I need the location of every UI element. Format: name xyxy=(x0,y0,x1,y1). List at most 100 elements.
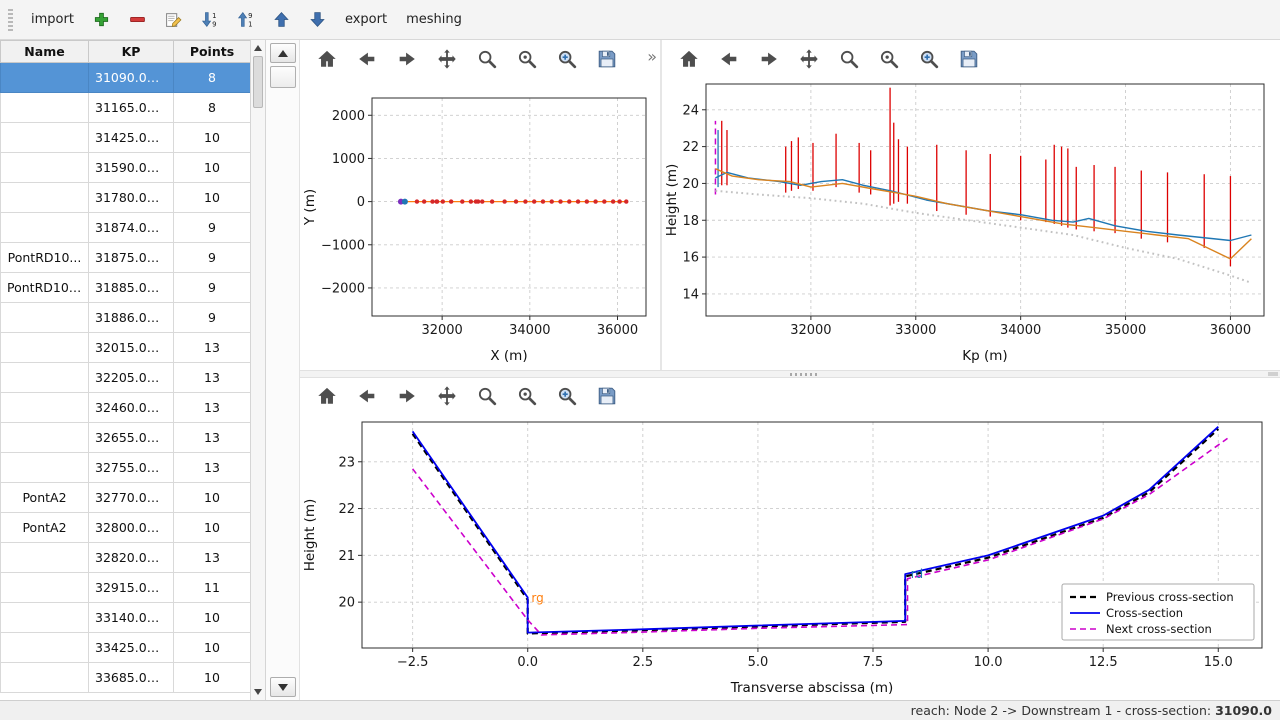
pan-button[interactable] xyxy=(792,44,826,74)
name-cell xyxy=(1,543,89,573)
export-button[interactable]: export xyxy=(337,8,395,31)
arrow-down-icon xyxy=(309,11,326,28)
meshing-button[interactable]: meshing xyxy=(398,8,470,31)
cross-section-chart[interactable]: rgrd−2.50.02.55.07.510.012.515.020212223… xyxy=(300,414,1276,700)
table-row[interactable]: 31090.00008 xyxy=(1,63,251,93)
table-row[interactable]: 31425.000010 xyxy=(1,123,251,153)
move-up-button[interactable] xyxy=(265,7,298,32)
column-header-kp[interactable]: KP xyxy=(89,41,174,63)
move-down-button[interactable] xyxy=(301,7,334,32)
home-button[interactable] xyxy=(310,381,344,411)
kp-cell: 31090.0000 xyxy=(89,63,174,93)
name-cell xyxy=(1,453,89,483)
table-row[interactable]: 32915.000011 xyxy=(1,573,251,603)
forward-button[interactable] xyxy=(390,44,424,74)
arrow-up-icon xyxy=(273,11,290,28)
section-scroll-up-button[interactable] xyxy=(270,43,296,63)
table-row[interactable]: 31780.000010 xyxy=(1,183,251,213)
table-row[interactable]: 32205.000013 xyxy=(1,363,251,393)
table-row[interactable]: PontRD10...31875.00009 xyxy=(1,243,251,273)
add-button[interactable] xyxy=(85,7,118,32)
save-button[interactable] xyxy=(590,381,624,411)
zoom-rect-button[interactable] xyxy=(550,381,584,411)
section-scroll-down-button[interactable] xyxy=(270,677,296,697)
horizontal-splitter[interactable] xyxy=(300,370,1280,378)
kp-cell: 31885.0000 xyxy=(89,273,174,303)
table-row[interactable]: PontRD101v31885.00009 xyxy=(1,273,251,303)
back-button[interactable] xyxy=(712,44,746,74)
zoom-rect-button[interactable] xyxy=(550,44,584,74)
back-button[interactable] xyxy=(350,381,384,411)
name-cell xyxy=(1,183,89,213)
table-row[interactable]: 31874.00009 xyxy=(1,213,251,243)
table-row[interactable]: 32655.000013 xyxy=(1,423,251,453)
export-label: export xyxy=(345,12,387,27)
remove-button[interactable] xyxy=(121,7,154,32)
svg-text:5.0: 5.0 xyxy=(748,655,769,670)
forward-button[interactable] xyxy=(390,381,424,411)
svg-text:9: 9 xyxy=(248,12,252,20)
section-scrollbar[interactable] xyxy=(266,40,300,700)
forward-icon xyxy=(396,48,418,70)
splitter-handle[interactable] xyxy=(790,373,820,376)
pan-button[interactable] xyxy=(430,381,464,411)
table-row[interactable]: 33685.000010 xyxy=(1,663,251,693)
pan-button[interactable] xyxy=(430,44,464,74)
zoom-button[interactable] xyxy=(470,381,504,411)
toolbar-overflow-button[interactable]: » xyxy=(647,47,657,66)
zoom-button[interactable] xyxy=(470,44,504,74)
table-row[interactable]: 32820.000013 xyxy=(1,543,251,573)
zoom-original-button[interactable] xyxy=(510,381,544,411)
import-label: import xyxy=(31,12,74,27)
sort-ascending-button[interactable]: 19 xyxy=(193,7,226,32)
table-scrollbar-thumb[interactable] xyxy=(253,56,263,108)
section-scrollbar-thumb[interactable] xyxy=(270,66,296,88)
column-header-name[interactable]: Name xyxy=(1,41,89,63)
svg-text:24: 24 xyxy=(682,103,699,118)
table-row[interactable]: 33425.000010 xyxy=(1,633,251,663)
save-button[interactable] xyxy=(952,44,986,74)
zoom-rect-button[interactable] xyxy=(912,44,946,74)
svg-text:9: 9 xyxy=(212,20,216,28)
forward-button[interactable] xyxy=(752,44,786,74)
name-cell xyxy=(1,63,89,93)
sort-descending-button[interactable]: 91 xyxy=(229,7,262,32)
svg-text:−1000: −1000 xyxy=(321,238,365,253)
forward-icon xyxy=(396,385,418,407)
name-cell: PontRD101v xyxy=(1,273,89,303)
table-row[interactable]: 32460.000013 xyxy=(1,393,251,423)
table-scrollbar[interactable] xyxy=(250,40,266,700)
kp-cell: 31874.0000 xyxy=(89,213,174,243)
sections-table-wrap: Name KP Points 31090.0000831165.00008314… xyxy=(0,40,250,700)
zoom-original-button[interactable] xyxy=(872,44,906,74)
main-toolbar: import 1991 export meshing xyxy=(0,0,1280,40)
table-row[interactable]: 32755.000013 xyxy=(1,453,251,483)
back-button[interactable] xyxy=(350,44,384,74)
points-cell: 8 xyxy=(174,93,251,123)
table-row[interactable]: 33140.000010 xyxy=(1,603,251,633)
name-cell: PontA2 xyxy=(1,513,89,543)
longitudinal-profile-chart[interactable]: 3200033000340003500036000141618202224Kp … xyxy=(662,78,1278,368)
table-row[interactable]: PontA232800.000010 xyxy=(1,513,251,543)
plan-view-chart[interactable]: 320003400036000−2000−1000010002000X (m)Y… xyxy=(300,78,658,368)
home-button[interactable] xyxy=(310,44,344,74)
svg-text:0: 0 xyxy=(357,195,365,210)
table-row[interactable]: 31165.00008 xyxy=(1,93,251,123)
scroll-down-icon[interactable] xyxy=(254,689,262,695)
edit-button[interactable] xyxy=(157,7,190,32)
save-button[interactable] xyxy=(590,44,624,74)
table-row[interactable]: PontA232770.000010 xyxy=(1,483,251,513)
zoom-original-icon xyxy=(516,385,538,407)
column-header-points[interactable]: Points xyxy=(174,41,251,63)
zoom-original-button[interactable] xyxy=(510,44,544,74)
application-window: import 1991 export meshing Name KP Points 3… xyxy=(0,0,1280,720)
top-plots-row: » 320003400036000−2000−1000010002000X (m… xyxy=(300,40,1280,370)
import-button[interactable]: import xyxy=(23,8,82,31)
zoom-button[interactable] xyxy=(832,44,866,74)
table-row[interactable]: 32015.000013 xyxy=(1,333,251,363)
back-icon xyxy=(356,385,378,407)
table-row[interactable]: 31886.00009 xyxy=(1,303,251,333)
scroll-up-icon[interactable] xyxy=(254,45,262,51)
table-row[interactable]: 31590.000010 xyxy=(1,153,251,183)
home-button[interactable] xyxy=(672,44,706,74)
